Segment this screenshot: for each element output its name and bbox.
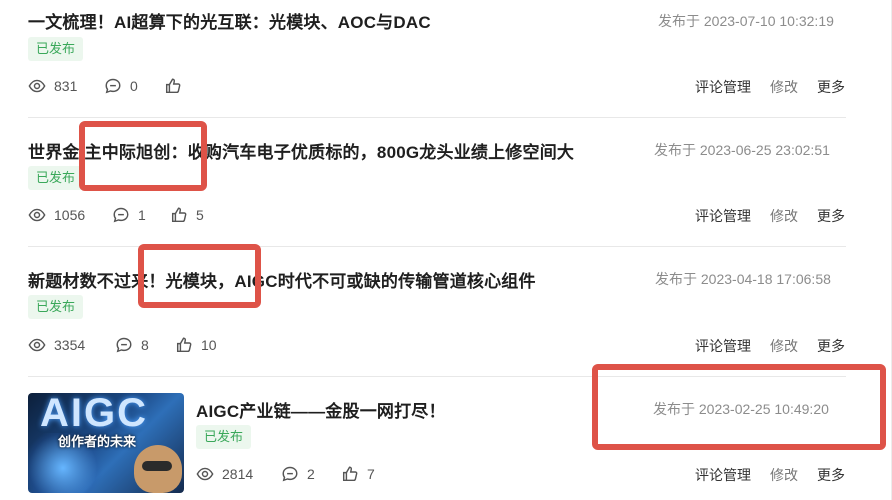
comments-stat[interactable]: 8: [115, 336, 149, 354]
likes-count: 10: [201, 337, 217, 353]
edit-link[interactable]: 修改: [770, 77, 798, 97]
post-date: 发布于 2023-02-25 10:49:20: [653, 401, 829, 417]
status-badge: 已发布: [28, 295, 84, 319]
edit-link[interactable]: 修改: [770, 336, 798, 356]
post-date: 发布于 2023-04-18 17:06:58: [655, 271, 831, 287]
comments-stat[interactable]: 1: [112, 206, 146, 224]
thumbs-up-icon: [171, 207, 187, 223]
post-title[interactable]: 世界金 主中际旭创：收购汽车电子优质标的，800G龙头业绩上修空间大: [28, 138, 574, 163]
comments-stat[interactable]: 2: [281, 465, 315, 483]
likes-count: 7: [367, 466, 375, 482]
comments-count: 1: [138, 207, 146, 223]
comment-manage-link[interactable]: 评论管理: [695, 465, 751, 485]
divider: [28, 117, 846, 118]
divider: [28, 246, 846, 247]
more-link[interactable]: 更多: [817, 336, 845, 356]
more-link[interactable]: 更多: [817, 206, 845, 226]
views-count: 2814: [222, 466, 254, 482]
comment-manage-link[interactable]: 评论管理: [695, 77, 751, 97]
thumbnail-logo: AIGC: [40, 393, 148, 435]
comment-icon: [116, 337, 132, 353]
comments-count: 8: [141, 337, 149, 353]
post-title[interactable]: 一文梳理！AI超算下的光互联：光模块、AOC与DAC: [28, 8, 431, 33]
views-stat: 2814: [196, 465, 253, 483]
edit-link[interactable]: 修改: [770, 465, 798, 485]
views-stat: 1056: [28, 206, 85, 224]
eye-icon: [28, 338, 46, 352]
views-stat: 3354: [28, 336, 85, 354]
eye-icon: [196, 467, 214, 481]
status-badge: 已发布: [28, 166, 84, 190]
likes-stat[interactable]: 5: [170, 206, 204, 224]
divider: [28, 376, 846, 377]
comments-stat[interactable]: 0: [104, 77, 138, 95]
post-title[interactable]: 新题材数不过来！光模块，AIGC时代不可或缺的传输管道核心组件: [28, 267, 536, 292]
eye-icon: [28, 79, 46, 93]
comment-icon: [113, 207, 129, 223]
thumbnail-subtitle: 创作者的未来: [58, 434, 137, 449]
likes-stat[interactable]: 10: [175, 336, 217, 354]
thumbs-up-icon: [165, 78, 181, 94]
post-date: 发布于 2023-07-10 10:32:19: [658, 13, 834, 29]
comments-count: 2: [307, 466, 315, 482]
status-badge: 已发布: [196, 425, 252, 449]
comments-count: 0: [130, 78, 138, 94]
post-thumbnail[interactable]: AIGC 创作者的未来: [28, 393, 184, 493]
comment-icon: [105, 78, 121, 94]
comment-icon: [282, 466, 298, 482]
more-link[interactable]: 更多: [817, 77, 845, 97]
views-count: 3354: [54, 337, 86, 353]
thumbs-up-icon: [342, 466, 358, 482]
eye-icon: [28, 208, 46, 222]
comment-manage-link[interactable]: 评论管理: [695, 206, 751, 226]
post-date: 发布于 2023-06-25 23:02:51: [654, 142, 830, 158]
more-link[interactable]: 更多: [817, 465, 845, 485]
mascot-image: [134, 445, 182, 493]
likes-stat[interactable]: [164, 77, 190, 95]
likes-count: 5: [196, 207, 204, 223]
likes-stat[interactable]: 7: [341, 465, 375, 483]
post-title[interactable]: AIGC产业链——金股一网打尽！: [196, 397, 446, 422]
views-count: 1056: [54, 207, 86, 223]
comment-manage-link[interactable]: 评论管理: [695, 336, 751, 356]
views-count: 831: [54, 78, 78, 94]
status-badge: 已发布: [28, 37, 84, 61]
views-stat: 831: [28, 77, 77, 95]
thumbs-up-icon: [176, 337, 192, 353]
edit-link[interactable]: 修改: [770, 206, 798, 226]
